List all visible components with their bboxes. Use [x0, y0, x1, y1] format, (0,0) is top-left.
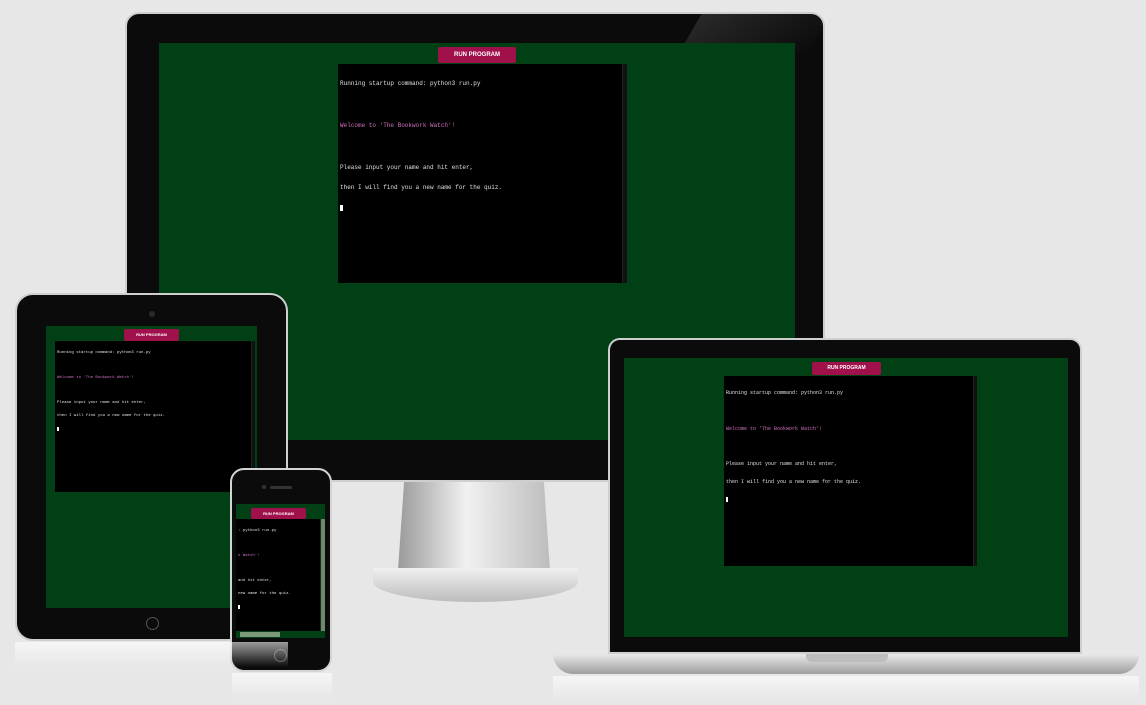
tablet-camera	[149, 311, 155, 317]
terminal-line: Please input your name and hit enter,	[57, 401, 146, 406]
terminal-line: Please input your name and hit enter,	[726, 461, 838, 467]
monitor-stand	[398, 482, 550, 570]
terminal-scrollbar[interactable]	[622, 64, 627, 283]
terminal-window[interactable]: : python3 run.py k Watch'! and hit enter…	[236, 519, 325, 631]
terminal-cursor	[726, 496, 728, 502]
terminal-line: then I will find you a new name for the …	[340, 184, 503, 192]
terminal-line: new name for the quiz.	[238, 591, 291, 596]
terminal-line: Running startup command: python3 run.py	[340, 80, 481, 87]
terminal-window[interactable]: Running startup command: python3 run.py …	[724, 376, 977, 566]
terminal-line: Please input your name and hit enter,	[340, 163, 474, 171]
terminal-window[interactable]: Running startup command: python3 run.py …	[338, 64, 627, 283]
run-program-button[interactable]: RUN PROGRAM	[438, 47, 516, 63]
terminal-line: and hit enter,	[238, 579, 272, 584]
terminal-line: then I will find you a new name for the …	[57, 413, 166, 418]
tablet-screen: RUN PROGRAM Running startup command: pyt…	[46, 326, 257, 608]
home-button-icon[interactable]	[146, 617, 159, 630]
laptop-notch	[806, 654, 888, 662]
laptop-screen: RUN PROGRAM Running startup command: pyt…	[624, 358, 1068, 637]
tablet-reflection	[15, 642, 288, 667]
terminal-cursor	[340, 205, 343, 212]
run-program-button[interactable]: RUN PROGRAM	[812, 362, 881, 375]
terminal-line: then I will find you a new name for the …	[726, 478, 862, 485]
terminal-welcome-line: Welcome to 'The Bookwork Watch'!	[726, 425, 823, 432]
run-program-button[interactable]: RUN PROGRAM	[124, 329, 179, 341]
terminal-line: : python3 run.py	[238, 529, 277, 533]
terminal-welcome-line: Welcome to 'The Bookwork Watch'!	[57, 376, 134, 381]
horizontal-scrollbar[interactable]	[240, 632, 280, 637]
terminal-line: Running startup command: python3 run.py	[726, 390, 844, 396]
terminal-cursor	[238, 604, 240, 609]
phone-reflection	[232, 673, 332, 698]
phone-camera	[262, 485, 266, 489]
phone-screen: RUN PROGRAM : python3 run.py k Watch'! a…	[236, 504, 325, 638]
monitor-stand-base	[373, 568, 578, 602]
terminal-scrollbar[interactable]	[320, 519, 325, 631]
terminal-cursor	[57, 426, 59, 431]
terminal-scrollbar[interactable]	[973, 376, 977, 566]
terminal-welcome-line: k Watch'!	[238, 554, 260, 559]
terminal-line: Running startup command: python3 run.py	[57, 351, 151, 355]
run-program-button[interactable]: RUN PROGRAM	[251, 508, 306, 519]
laptop-reflection	[553, 676, 1139, 701]
terminal-welcome-line: Welcome to 'The Bookwork Watch'!	[340, 121, 456, 129]
terminal-window[interactable]: Running startup command: python3 run.py …	[55, 341, 255, 492]
phone-speaker	[270, 486, 292, 489]
